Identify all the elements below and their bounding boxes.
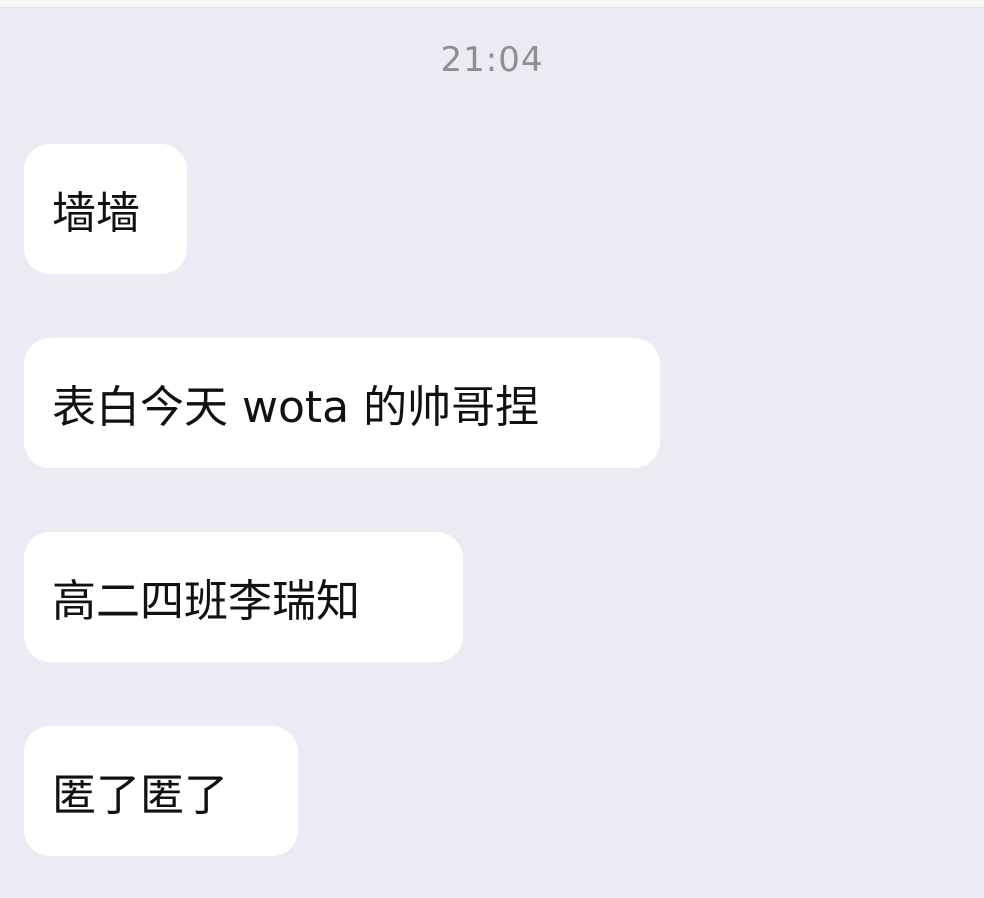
message-bubble-incoming[interactable]: 高二四班李瑞知 <box>24 532 463 662</box>
chat-message-list[interactable]: 21:04 墙墙 表白今天 wota 的帅哥捏 高二四班李瑞知 匿了匿了 <box>0 8 984 898</box>
top-bar-edge <box>0 0 984 8</box>
message-text: 匿了匿了 <box>52 770 228 821</box>
message-text: 高二四班李瑞知 <box>52 576 360 627</box>
message-text: 表白今天 wota 的帅哥捏 <box>52 382 540 433</box>
message-bubble-incoming[interactable]: 匿了匿了 <box>24 726 298 856</box>
message-timestamp: 21:04 <box>440 40 544 80</box>
message-bubble-incoming[interactable]: 墙墙 <box>24 144 187 274</box>
message-text: 墙墙 <box>52 188 140 239</box>
message-bubble-incoming[interactable]: 表白今天 wota 的帅哥捏 <box>24 338 660 468</box>
